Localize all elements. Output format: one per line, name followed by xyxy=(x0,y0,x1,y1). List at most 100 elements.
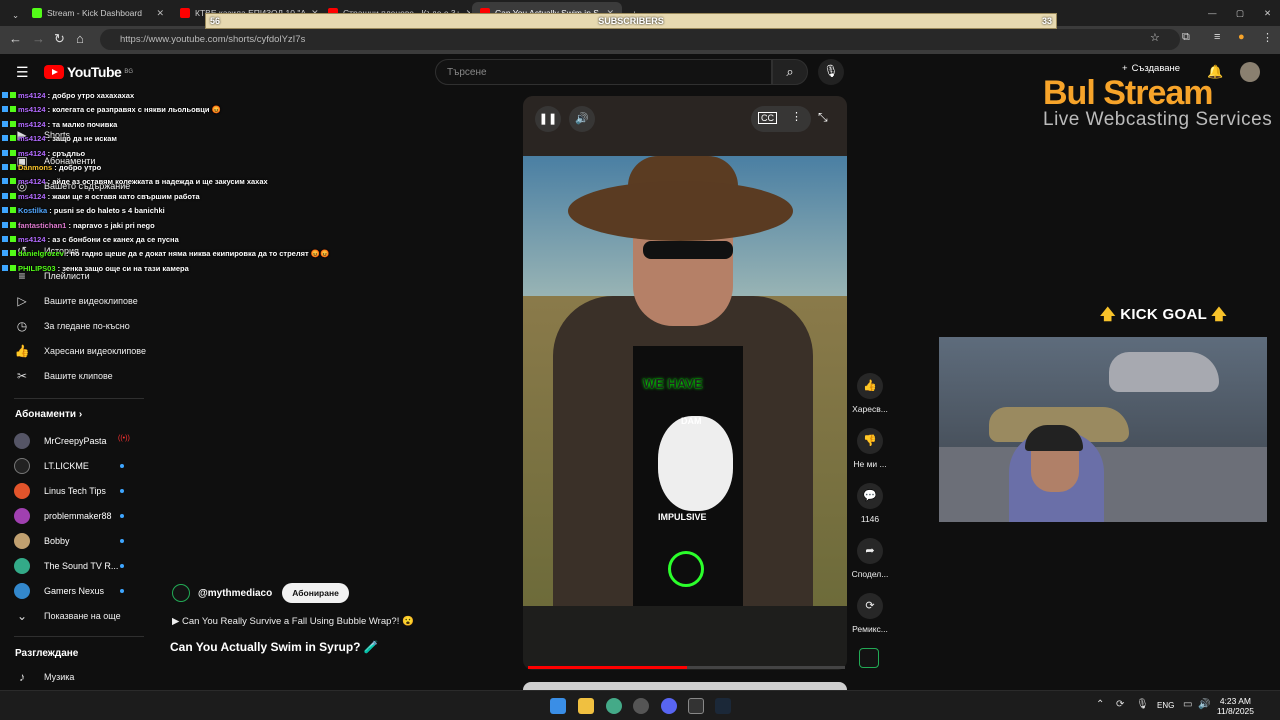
chrome-icon[interactable] xyxy=(606,698,622,714)
shorts-video-player[interactable]: WE HAVE DAM IMPULSIVE ❚❚ 🔊 CC ⋮ ⤡ xyxy=(523,96,847,670)
lightbulb-icon xyxy=(668,551,704,587)
channel-avatar[interactable] xyxy=(172,584,190,602)
sidebar-item-liked[interactable]: 👍 Харесани видеоклипове xyxy=(14,344,146,358)
tab-kick[interactable]: Stream - Kick Dashboard ✕ xyxy=(24,2,172,24)
chevron-up-icon[interactable]: ⌃ xyxy=(1096,699,1104,710)
clock-icon: ◷ xyxy=(16,319,28,333)
forward-icon[interactable]: → xyxy=(32,31,45,46)
chat-badge-icon xyxy=(10,164,16,170)
sidebar-item-your-videos[interactable]: ▷ Вашите видеоклипове xyxy=(14,294,137,308)
chat-message: danielgrozev : по гадно щеше да е докат … xyxy=(2,249,329,258)
voice-search-button[interactable]: 🎙 xyxy=(818,59,844,85)
subscription-item[interactable]: Linus Tech Tips xyxy=(14,483,106,499)
chevron-right-icon: › xyxy=(78,409,83,420)
streamer-webcam xyxy=(939,337,1267,522)
channel-avatar xyxy=(14,508,30,524)
search-input[interactable]: Търсене xyxy=(435,59,772,85)
search-button[interactable]: ⌕ xyxy=(772,59,808,85)
file-explorer-icon[interactable] xyxy=(578,698,594,714)
chat-username: PHILIPS03 xyxy=(18,263,56,273)
chat-badge-icon xyxy=(2,120,8,127)
related-video-link[interactable]: ▶ Can You Really Survive a Fall Using Bu… xyxy=(172,616,414,627)
obs-icon[interactable] xyxy=(633,698,649,714)
subscriptions-heading[interactable]: Абонаменти › xyxy=(15,409,82,420)
channel-handle[interactable]: @mythmediaco xyxy=(198,588,272,599)
comment-icon: 💬 xyxy=(857,483,883,509)
shirt-text: DAM xyxy=(681,416,702,426)
bookmark-star-icon[interactable]: ☆ xyxy=(1150,31,1160,44)
windows-taskbar: ⌃ ⟳ 🎙 ENG ▭ 🔊 4:23 AM 11/8/2025 xyxy=(0,690,1280,720)
discord-icon[interactable] xyxy=(661,698,677,714)
system-clock[interactable]: 4:23 AM 11/8/2025 xyxy=(1217,696,1254,716)
captions-icon[interactable]: CC xyxy=(758,112,777,124)
chat-username: ms4124 xyxy=(18,148,46,158)
home-icon[interactable]: ⌂ xyxy=(76,31,84,46)
sidebar-item-watch-later[interactable]: ◷ За гледане по-късно xyxy=(14,319,130,333)
chat-badge-icon xyxy=(2,221,8,228)
menu-icon[interactable]: ⋮ xyxy=(1262,31,1273,44)
volume-icon[interactable]: 🔊 xyxy=(1198,699,1210,710)
tab-list-button[interactable]: ⌄ xyxy=(4,4,20,26)
chat-text: аз с бонбони се канех да се пусна xyxy=(52,235,179,244)
plus-icon: + xyxy=(1122,63,1128,74)
like-icon: 👍 xyxy=(14,344,30,358)
create-button[interactable]: + Създаване xyxy=(1122,63,1180,74)
subscription-item[interactable]: problemmaker88 xyxy=(14,508,112,524)
chat-badge-icon xyxy=(2,192,8,199)
fullscreen-icon[interactable]: ⤡ xyxy=(818,110,828,125)
chat-username: ms4124 xyxy=(18,191,46,201)
like-button[interactable]: 👍 Харесв... xyxy=(851,373,889,414)
chat-message: ms4124 : добро утро хахахахах xyxy=(2,91,134,100)
windows-start-icon[interactable] xyxy=(550,698,566,714)
hat-brim xyxy=(568,181,793,241)
show-more-button[interactable]: ⌄ Показване на още xyxy=(14,609,121,623)
subscribe-button[interactable]: Абониране xyxy=(282,583,349,603)
minimize-button[interactable]: — xyxy=(1200,2,1220,24)
dislike-button[interactable]: 👎 Не ми ... xyxy=(851,428,889,469)
mic-icon[interactable]: 🎙 xyxy=(1136,699,1149,710)
subscription-item[interactable]: Bobby xyxy=(14,533,70,549)
display-icon[interactable]: ▭ xyxy=(1183,699,1192,710)
sound-source-thumbnail[interactable] xyxy=(859,648,879,668)
subscription-item[interactable]: MrCreepyPasta xyxy=(14,433,107,449)
subscription-item[interactable]: Gamers Nexus xyxy=(14,583,104,599)
more-options-icon[interactable]: ⋮ xyxy=(791,110,802,123)
profile-icon[interactable]: ● xyxy=(1238,31,1245,43)
chevron-down-icon: ⌄ xyxy=(16,609,28,623)
new-content-dot xyxy=(120,539,124,543)
maximize-button[interactable]: ▢ xyxy=(1228,2,1248,24)
terminal-icon[interactable] xyxy=(688,698,704,714)
chat-badge-icon xyxy=(10,120,16,127)
address-bar: ← → ↻ ⌂ https://www.youtube.com/shorts/c… xyxy=(0,26,1280,54)
chat-badge-icon xyxy=(2,250,8,257)
remix-button[interactable]: ⟳ Ремикс... xyxy=(851,593,889,634)
extensions-icon[interactable]: ⧉ xyxy=(1182,31,1190,44)
share-button[interactable]: ➦ Сподел... xyxy=(851,538,889,579)
chat-badge-icon xyxy=(2,207,8,214)
steam-icon[interactable] xyxy=(715,698,731,714)
window-close-button[interactable]: ✕ xyxy=(1256,2,1276,24)
hamburger-menu-icon[interactable]: ☰ xyxy=(16,64,29,81)
back-icon[interactable]: ← xyxy=(9,31,22,46)
chat-username: ms4124 xyxy=(18,105,46,115)
next-short-preview[interactable] xyxy=(523,682,847,690)
arrow-up-icon: 🡅 xyxy=(1206,306,1227,323)
reload-icon[interactable]: ↻ xyxy=(54,31,65,47)
network-icon[interactable]: ⟳ xyxy=(1116,699,1124,710)
media-icon[interactable]: ≡ xyxy=(1214,31,1220,43)
url-field[interactable]: https://www.youtube.com/shorts/cyfdolYzI… xyxy=(100,29,1180,50)
volume-button[interactable]: 🔊 xyxy=(569,106,595,132)
close-icon[interactable]: ✕ xyxy=(156,8,164,19)
sidebar-item-music[interactable]: ♪ Музика xyxy=(14,670,74,684)
subscription-item[interactable]: The Sound TV R... xyxy=(14,558,118,574)
chat-badge-icon xyxy=(10,207,16,214)
chat-message: ms4124 : колегата се разправях с някви л… xyxy=(2,105,221,114)
goal-target: 33 xyxy=(1041,16,1052,26)
youtube-logo[interactable]: YouTube BG xyxy=(44,64,133,80)
sidebar-item-your-clips[interactable]: ✂ Вашите клипове xyxy=(14,369,113,383)
language-indicator[interactable]: ENG xyxy=(1157,701,1174,710)
comments-button[interactable]: 💬 1146 xyxy=(851,483,889,524)
video-progress-bar[interactable] xyxy=(528,666,845,669)
pause-button[interactable]: ❚❚ xyxy=(535,106,561,132)
subscription-item[interactable]: LT.LICKME xyxy=(14,458,89,474)
